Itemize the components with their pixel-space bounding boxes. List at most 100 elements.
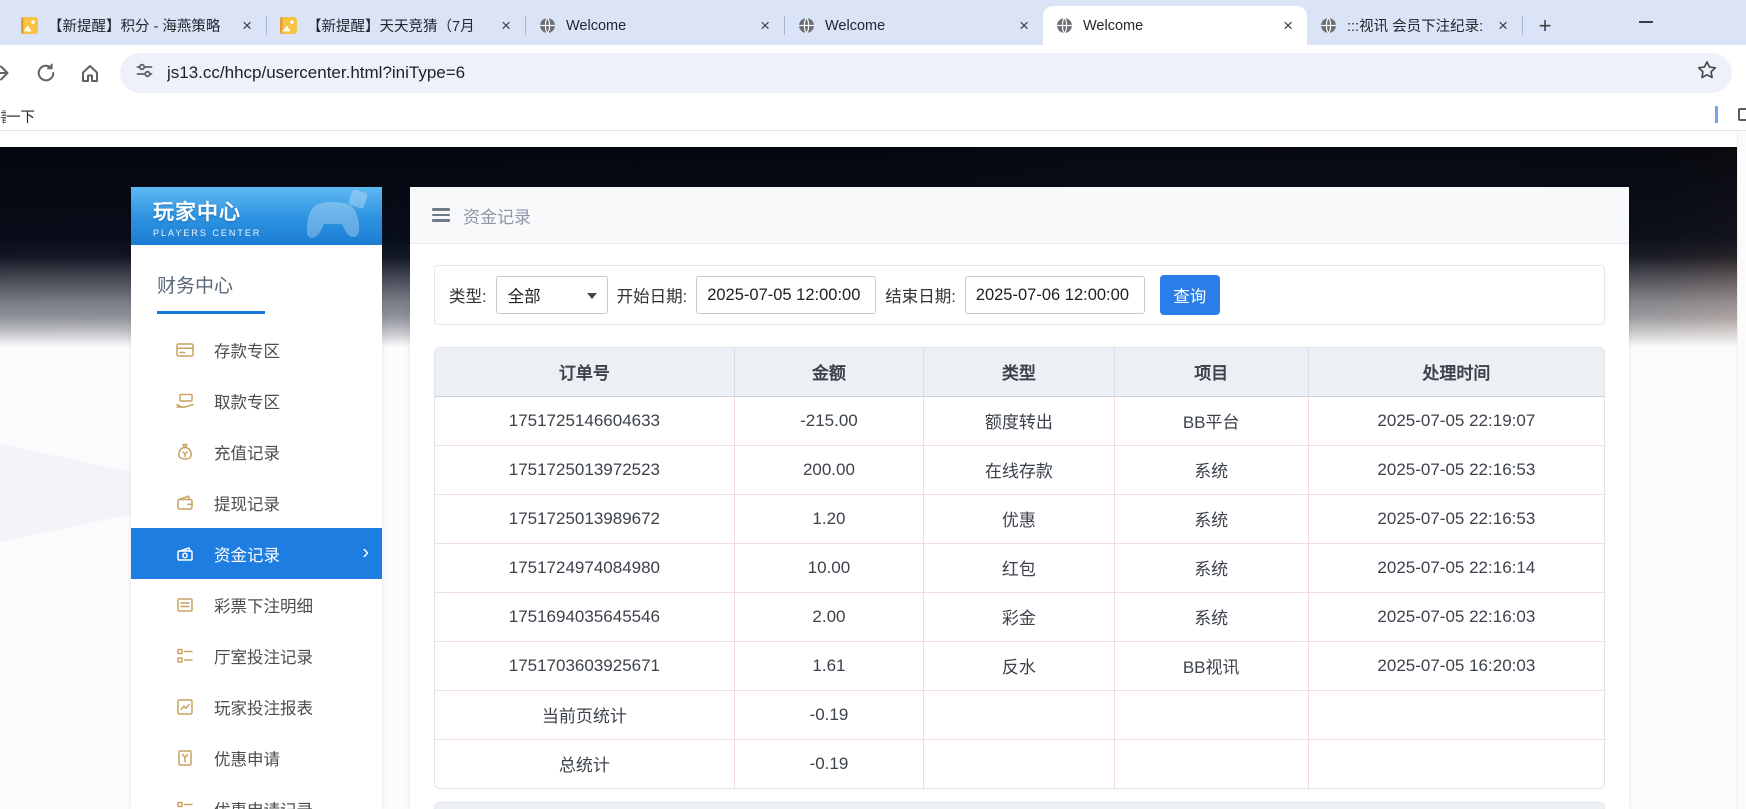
site-info-icon[interactable] bbox=[135, 61, 154, 85]
table-row: 总统计 -0.19 bbox=[435, 739, 1604, 788]
table-cell: 优惠 bbox=[923, 494, 1115, 544]
column-header: 项目 bbox=[1114, 348, 1309, 397]
tab[interactable]: Welcome × bbox=[526, 6, 784, 45]
table-row: 1751725013972523 200.00 在线存款 系统 2025-07-05 2… bbox=[435, 445, 1604, 495]
tab-close-icon[interactable]: × bbox=[756, 16, 774, 36]
sidebar-item[interactable]: 取款专区 bbox=[131, 375, 382, 426]
sidebar-item[interactable]: 优惠申请记录 bbox=[131, 783, 382, 809]
sidebar-item-label: 彩票下注明细 bbox=[214, 597, 313, 616]
tab-title: 【新提醒】积分 - 海燕策略 bbox=[48, 19, 221, 35]
sidebar-item[interactable]: 玩家投注报表 bbox=[131, 681, 382, 732]
withdraw-hand-icon bbox=[175, 391, 195, 411]
bookmark-item[interactable]: 書一下 bbox=[0, 106, 35, 127]
sidebar-item[interactable]: 充值记录 bbox=[131, 426, 382, 477]
tab[interactable]: Welcome × bbox=[1043, 6, 1307, 45]
sidebar-item[interactable]: 彩票下注明细 bbox=[131, 579, 382, 630]
end-date-input[interactable] bbox=[964, 276, 1145, 314]
table-cell: BB视讯 bbox=[1114, 641, 1309, 691]
type-select[interactable]: 全部 bbox=[495, 276, 608, 314]
type-select-value: 全部 bbox=[507, 288, 541, 306]
table-cell: 10.00 bbox=[734, 543, 925, 593]
sidebar-item[interactable]: 优惠申请 bbox=[131, 732, 382, 783]
promo-apply-icon bbox=[175, 748, 195, 768]
table-body: 1751725146604633 -215.00 额度转出 BB平台 2025-07-0… bbox=[435, 396, 1604, 788]
tab-close-icon[interactable]: × bbox=[238, 16, 256, 36]
table-cell: 当前页统计 bbox=[435, 690, 735, 740]
tab[interactable]: 【新提醒】天天竞猜（7月 × bbox=[267, 6, 525, 45]
tab-separator bbox=[1522, 16, 1523, 35]
column-header: 类型 bbox=[923, 348, 1115, 397]
table-cell: 额度转出 bbox=[923, 396, 1115, 446]
tab-title: 【新提醒】天天竞猜（7月 bbox=[307, 19, 475, 35]
table-cell: 1751725013989672 bbox=[435, 494, 735, 544]
globe-favicon bbox=[1320, 17, 1337, 34]
sidebar-item[interactable]: 提现记录 bbox=[131, 477, 382, 528]
tab[interactable]: Welcome × bbox=[785, 6, 1043, 45]
sidebar-item-label: 玩家投注报表 bbox=[214, 699, 313, 718]
globe-favicon bbox=[798, 17, 815, 34]
sidebar-item[interactable]: 厅室投注记录 bbox=[131, 630, 382, 681]
table-cell: 1751725013972523 bbox=[435, 445, 735, 495]
records-table: 订单号 金额 类型 项目 处理时间 1751725146604633 -215.00 额度转… bbox=[434, 347, 1605, 789]
sidebar-item-label: 取款专区 bbox=[214, 393, 280, 412]
table-cell bbox=[923, 690, 1115, 740]
tab[interactable]: 【新提醒】积分 - 海燕策略 × bbox=[8, 6, 266, 45]
sidebar-item[interactable]: 存款专区 bbox=[131, 324, 382, 375]
promo-records-icon bbox=[175, 799, 195, 809]
start-date-label: 开始日期: bbox=[616, 288, 688, 306]
table-cell: 2.00 bbox=[734, 592, 925, 642]
reload-icon[interactable] bbox=[34, 61, 58, 85]
table-header-row: 订单号 金额 类型 项目 处理时间 bbox=[435, 348, 1604, 397]
table-cell: 2025-07-05 16:20:03 bbox=[1308, 641, 1604, 691]
new-tab-button[interactable]: + bbox=[1531, 12, 1559, 40]
panel-body: 类型: 全部 开始日期: 结束日期: 查询 订单号金额类型项目处理时间 1751… bbox=[410, 244, 1629, 809]
table-cell: 1.20 bbox=[734, 494, 925, 544]
sidebar-item-label: 资金记录 bbox=[214, 546, 280, 565]
browser-toolbar: js13.cc/hhcp/usercenter.html?iniType=6 bbox=[0, 45, 1746, 100]
bookmark-star-icon[interactable] bbox=[1696, 59, 1718, 86]
table-cell: 彩金 bbox=[923, 592, 1115, 642]
tab-close-icon[interactable]: × bbox=[497, 16, 515, 36]
tab-title: Welcome bbox=[825, 17, 886, 34]
table-row: 当前页统计 -0.19 bbox=[435, 690, 1604, 740]
tab-close-icon[interactable]: × bbox=[1494, 16, 1512, 36]
url-text[interactable]: js13.cc/hhcp/usercenter.html?iniType=6 bbox=[167, 63, 1683, 83]
forward-icon[interactable] bbox=[0, 61, 12, 85]
menu-toggle-icon[interactable] bbox=[432, 208, 450, 222]
gamepad-decoration-icon bbox=[306, 189, 368, 238]
tab-title: Welcome bbox=[566, 17, 627, 34]
tab-close-icon[interactable]: × bbox=[1015, 16, 1033, 36]
table-cell: 2025-07-05 22:16:53 bbox=[1308, 445, 1604, 495]
start-date-input[interactable] bbox=[696, 276, 877, 314]
tab[interactable]: :::视讯 会员下注纪录::: × bbox=[1307, 6, 1522, 45]
tab-close-icon[interactable]: × bbox=[1279, 16, 1297, 36]
home-icon[interactable] bbox=[78, 61, 102, 85]
table-cell: 1751703603925671 bbox=[435, 641, 735, 691]
yellow-site-favicon bbox=[21, 17, 38, 34]
table-cell: 系统 bbox=[1114, 543, 1309, 593]
table-row: 1751725146604633 -215.00 额度转出 BB平台 2025-07-0… bbox=[435, 396, 1604, 446]
table-row: 1751703603925671 1.61 反水 BB视讯 2025-07-05 16:… bbox=[435, 641, 1604, 691]
filter-bar: 类型: 全部 开始日期: 结束日期: 查询 bbox=[434, 265, 1605, 325]
table-cell: 在线存款 bbox=[923, 445, 1115, 495]
address-bar[interactable]: js13.cc/hhcp/usercenter.html?iniType=6 bbox=[120, 52, 1732, 93]
table-cell: 1751725146604633 bbox=[435, 396, 735, 446]
table-cell bbox=[1308, 690, 1604, 740]
sidebar-item[interactable]: 资金记录 › bbox=[131, 528, 382, 579]
hall-bet-icon bbox=[175, 646, 195, 666]
query-button[interactable]: 查询 bbox=[1159, 275, 1220, 315]
clipped-folder-icon bbox=[1738, 108, 1746, 121]
lottery-detail-icon bbox=[175, 595, 195, 615]
table-cell: 系统 bbox=[1114, 445, 1309, 495]
table-cell: 反水 bbox=[923, 641, 1115, 691]
column-header: 处理时间 bbox=[1308, 348, 1604, 397]
table-row: 1751724974084980 10.00 红包 系统 2025-07-05 22:1… bbox=[435, 543, 1604, 593]
minimize-window-button[interactable] bbox=[1639, 21, 1653, 23]
section-underline bbox=[157, 311, 265, 314]
table-cell: -215.00 bbox=[734, 396, 925, 446]
table-cell: 1751694035645546 bbox=[435, 592, 735, 642]
table-cell: 1.61 bbox=[734, 641, 925, 691]
tab-title: :::视讯 会员下注纪录::: bbox=[1347, 19, 1485, 35]
scrollbar-track[interactable] bbox=[1737, 131, 1746, 809]
chevron-right-icon: › bbox=[362, 541, 369, 564]
